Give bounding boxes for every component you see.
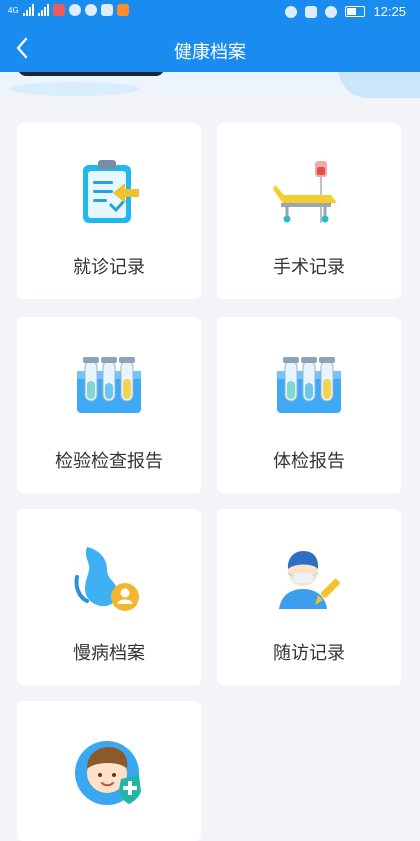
- banner-image: [18, 72, 164, 76]
- stomach-icon: [74, 547, 139, 611]
- app-icon: [100, 4, 113, 16]
- nfc-icon: [305, 5, 318, 18]
- card-label: 随访记录: [273, 643, 345, 663]
- status-time: 12:25: [373, 4, 406, 19]
- clipboard-icon: [83, 160, 139, 223]
- card-label: 手术记录: [273, 257, 345, 277]
- app-notification-icon: [52, 4, 65, 16]
- status-right: 12:25: [285, 4, 406, 19]
- signal-icon: [22, 4, 34, 16]
- browser-icon: [84, 4, 97, 16]
- card-label: 就诊记录: [73, 257, 145, 277]
- card-label: 慢病档案: [73, 643, 145, 663]
- banner-decoration: [338, 72, 420, 98]
- nav-bar: 健康档案: [0, 26, 420, 72]
- insured-person-icon: [75, 741, 141, 805]
- eye-icon: [285, 5, 298, 18]
- card-insurance[interactable]: [17, 701, 201, 841]
- video-app-icon: [116, 4, 129, 16]
- card-followup-records[interactable]: 随访记录: [217, 509, 401, 685]
- mute-icon: [325, 5, 338, 18]
- card-label: 体检报告: [273, 451, 345, 471]
- card-label: 检验检查报告: [55, 451, 163, 471]
- page-title: 健康档案: [174, 42, 246, 62]
- status-bar: 4G 12:25: [0, 0, 420, 26]
- test-tubes-icon: [77, 357, 141, 413]
- card-checkup-reports[interactable]: 体检报告: [217, 317, 401, 493]
- doctor-icon: [279, 551, 340, 609]
- card-surgery-records[interactable]: 手术记录: [217, 123, 401, 299]
- card-visit-records[interactable]: 就诊记录: [17, 123, 201, 299]
- hospital-bed-icon: [273, 161, 337, 223]
- card-chronic-disease-records[interactable]: 慢病档案: [17, 509, 201, 685]
- chat-icon: [68, 4, 81, 16]
- battery-icon: [345, 6, 366, 17]
- banner-strip: [0, 72, 420, 102]
- banner-decoration: [10, 82, 140, 96]
- test-tubes-icon: [277, 357, 341, 413]
- signal-icon: [37, 4, 49, 16]
- net-label: 4G: [8, 5, 19, 15]
- status-left: 4G: [8, 4, 129, 16]
- card-lab-reports[interactable]: 检验检查报告: [17, 317, 201, 493]
